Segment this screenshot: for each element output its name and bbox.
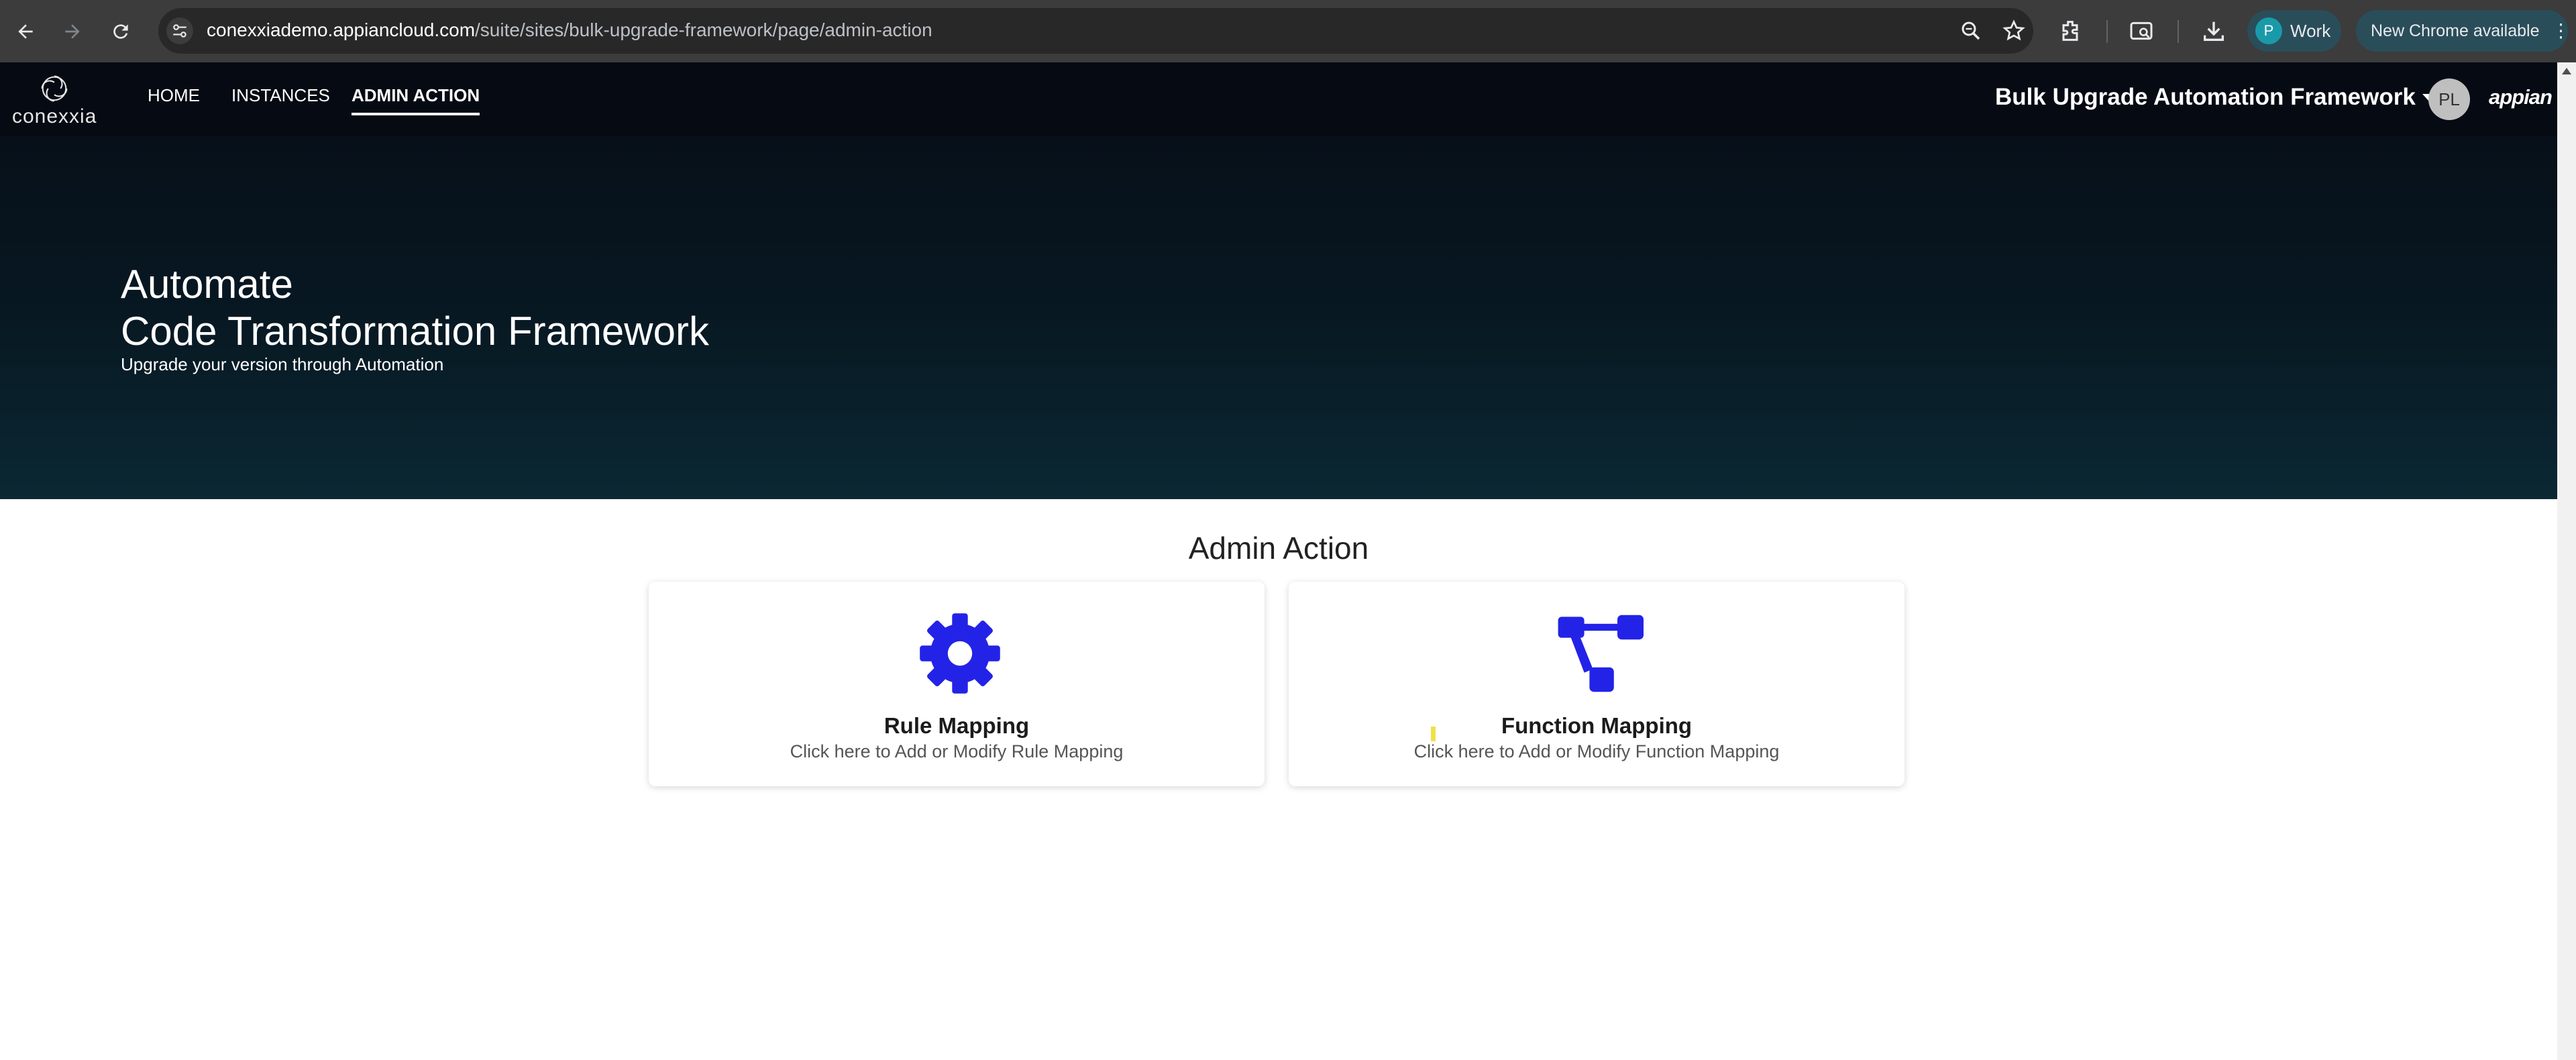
section-title: Admin Action xyxy=(1188,531,1369,566)
url-text[interactable]: conexxiademo.appiancloud.com/suite/sites… xyxy=(207,19,932,41)
page-scrollbar[interactable] xyxy=(2557,62,2576,1060)
hero-subtitle: Upgrade your version through Automation xyxy=(121,354,444,374)
zoom-icon[interactable] xyxy=(1959,19,1983,43)
hero-title-line2: Code Transformation Framework xyxy=(121,309,709,354)
extensions-icon[interactable] xyxy=(2057,17,2084,44)
back-arrow-icon xyxy=(18,24,33,39)
profile-avatar: P xyxy=(2255,17,2282,44)
reload-icon xyxy=(113,24,128,39)
forward-arrow-icon xyxy=(65,24,80,39)
scroll-up-arrow-icon[interactable] xyxy=(2562,68,2571,74)
update-label: New Chrome available xyxy=(2371,21,2540,40)
hero-banner: Automate Code Transformation Framework U… xyxy=(0,136,2557,499)
app-header: conexxia HOME INSTANCES ADMIN ACTION Bul… xyxy=(0,62,2557,136)
tab-instances[interactable]: INSTANCES xyxy=(231,85,330,113)
appian-logo: appian xyxy=(2489,85,2553,109)
url-host: conexxiademo.appiancloud.com xyxy=(207,19,476,40)
forward-button[interactable] xyxy=(59,18,86,45)
toolbar-separator xyxy=(2178,20,2179,43)
back-button[interactable] xyxy=(12,18,39,45)
tab-home[interactable]: HOME xyxy=(148,85,200,113)
address-bar[interactable]: conexxiademo.appiancloud.com/suite/sites… xyxy=(158,8,2033,54)
tab-search-icon[interactable] xyxy=(2128,17,2155,44)
hero-title: Automate Code Transformation Framework xyxy=(121,261,709,355)
profile-button[interactable]: P Work xyxy=(2247,10,2341,52)
more-menu-icon[interactable]: ⋮ xyxy=(2552,21,2571,40)
logo-wordmark: conexxia xyxy=(12,105,97,127)
card-description: Click here to Add or Modify Function Map… xyxy=(1413,741,1780,761)
tab-admin-action[interactable]: ADMIN ACTION xyxy=(352,85,480,115)
profile-label: Work xyxy=(2290,20,2331,41)
card-title: Rule Mapping xyxy=(883,713,1030,738)
card-description: Click here to Add or Modify Rule Mapping xyxy=(790,741,1124,761)
rule-mapping-card[interactable]: Rule Mapping Click here to Add or Modify… xyxy=(649,582,1265,786)
toolbar-separator xyxy=(2106,20,2108,43)
gear-icon xyxy=(920,613,1000,694)
site-name: Bulk Upgrade Automation Framework xyxy=(1995,84,2416,110)
tune-icon xyxy=(173,24,186,38)
chrome-update-button[interactable]: New Chrome available ⋮ xyxy=(2356,10,2571,52)
site-switcher[interactable]: Bulk Upgrade Automation Framework xyxy=(1995,84,2434,111)
bookmark-star-icon[interactable] xyxy=(2002,19,2026,43)
hero-title-line1: Automate xyxy=(121,262,293,307)
conexxia-swirl-icon xyxy=(41,75,68,102)
browser-toolbar: conexxiademo.appiancloud.com/suite/sites… xyxy=(0,0,2576,62)
card-title: Function Mapping xyxy=(1501,713,1693,738)
reload-button[interactable] xyxy=(107,18,134,45)
function-mapping-card[interactable]: Function Mapping Click here to Add or Mo… xyxy=(1289,582,1904,786)
url-path: /suite/sites/bulk-upgrade-framework/page… xyxy=(475,19,932,40)
conexxia-logo[interactable]: conexxia xyxy=(12,73,97,127)
site-info-button[interactable] xyxy=(166,17,193,44)
user-avatar[interactable]: PL xyxy=(2428,78,2470,120)
flow-diagram-icon xyxy=(1558,615,1644,692)
download-icon[interactable] xyxy=(2200,17,2227,44)
text-cursor-marker xyxy=(1431,727,1436,741)
